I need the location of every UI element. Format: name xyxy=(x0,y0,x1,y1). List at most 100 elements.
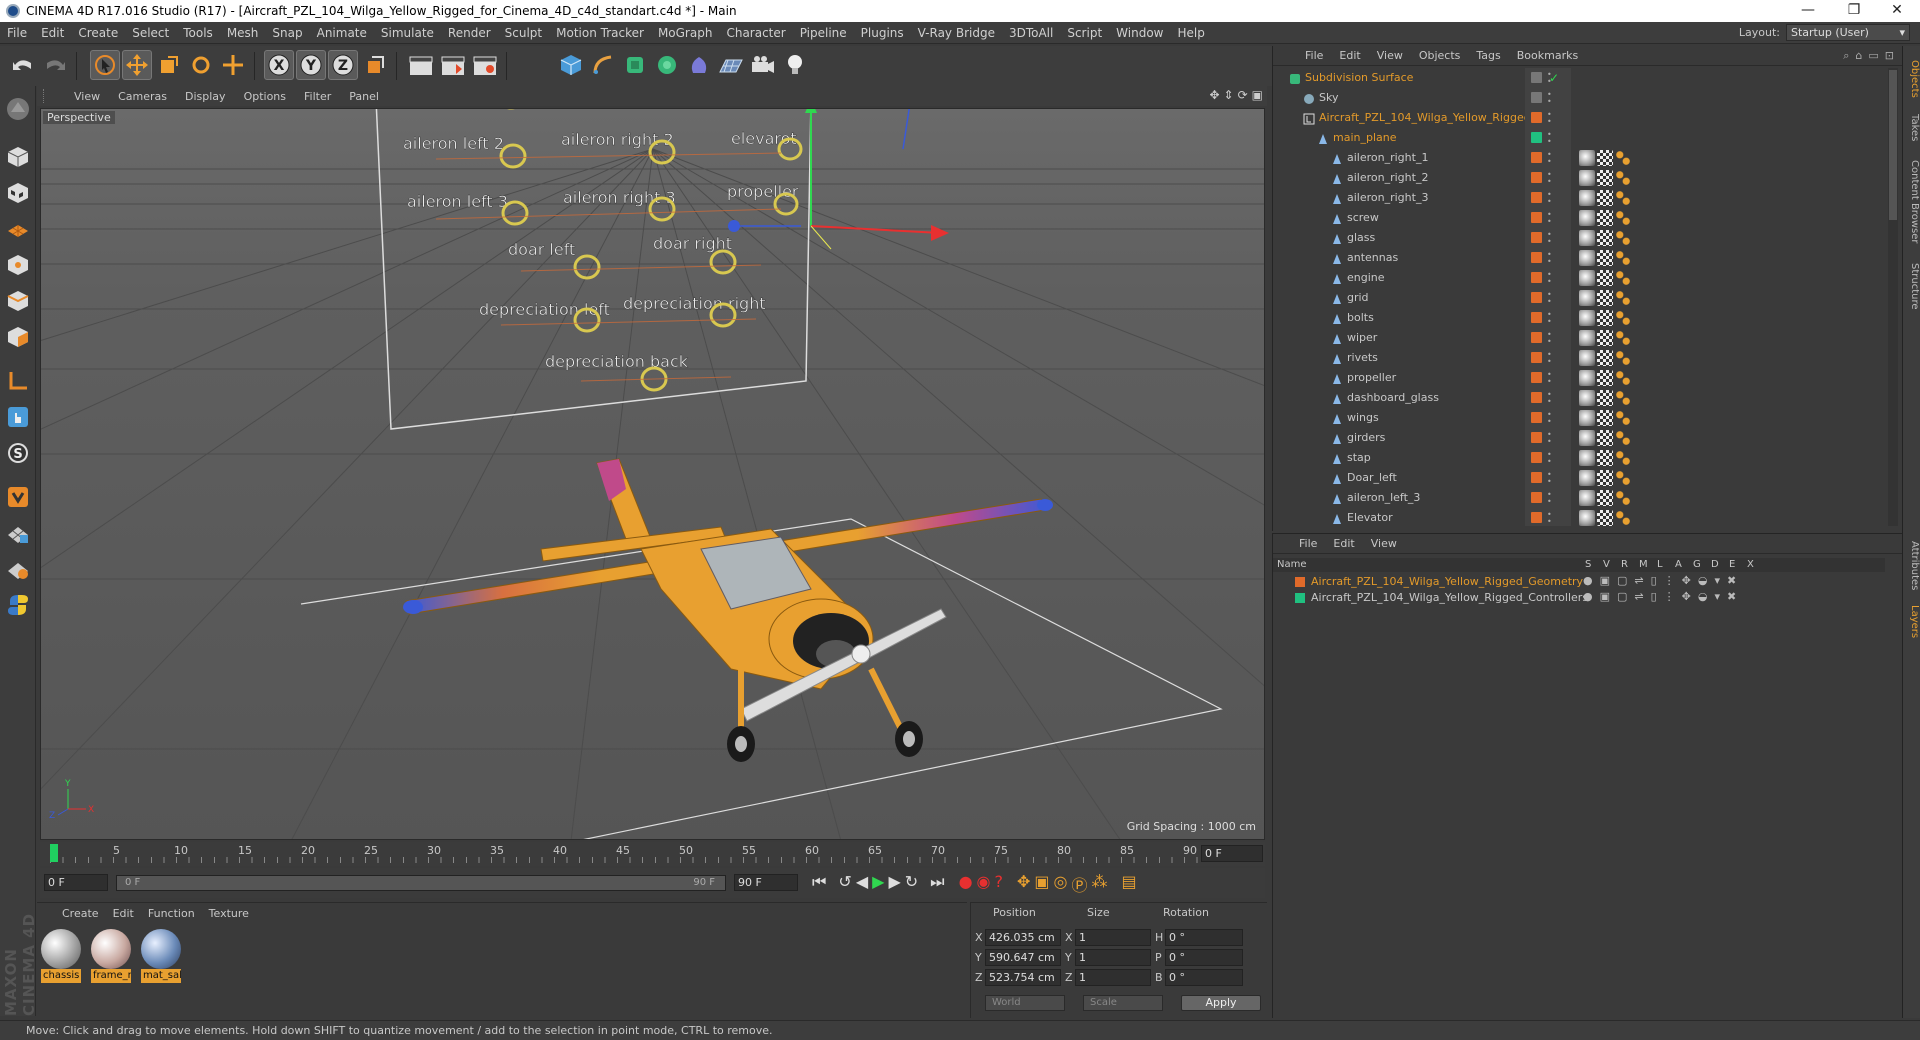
ik-tag-icon[interactable] xyxy=(1615,510,1631,526)
obj-menu-file[interactable]: File xyxy=(1297,49,1331,62)
key-position-button[interactable]: ✥ xyxy=(1017,872,1030,896)
material-tag-icon[interactable] xyxy=(1579,370,1595,386)
3d-viewport[interactable]: aileron left 2 aileron right 2 elevarot … xyxy=(40,108,1265,840)
obj-menu-tags[interactable]: Tags xyxy=(1468,49,1508,62)
grip-handle[interactable] xyxy=(43,89,59,103)
visibility-toggle[interactable]: • • xyxy=(1547,131,1552,146)
axis-mode-button[interactable] xyxy=(3,366,33,396)
object-row[interactable]: bolts • • xyxy=(1273,308,1883,328)
key-scale-button[interactable]: ▣ xyxy=(1034,872,1049,896)
viewport-pan-icon[interactable]: ✥ xyxy=(1209,88,1219,102)
object-name[interactable]: aileron_right_1 xyxy=(1347,148,1428,168)
object-name[interactable]: stap xyxy=(1347,448,1371,468)
layer-color-dot[interactable] xyxy=(1531,252,1542,263)
texture-tag-icon[interactable] xyxy=(1597,470,1613,486)
layer-flags[interactable]: ●▣▢⇌▯⋮✥◒▾✖ xyxy=(1583,574,1743,587)
material-tag-icon[interactable] xyxy=(1579,270,1595,286)
material-tag-icon[interactable] xyxy=(1579,190,1595,206)
enabled-check-icon[interactable]: ✓ xyxy=(1549,68,1559,88)
object-row[interactable]: aileron_right_2 • • xyxy=(1273,168,1883,188)
layer-menu-view[interactable]: View xyxy=(1363,537,1405,550)
rotation-p-field[interactable] xyxy=(1165,949,1243,966)
object-name[interactable]: Aircraft_PZL_104_Wilga_Yellow_Rigged xyxy=(1319,108,1531,128)
ik-tag-icon[interactable] xyxy=(1615,330,1631,346)
menu-plugins[interactable]: Plugins xyxy=(854,26,911,40)
object-row[interactable]: grid • • xyxy=(1273,288,1883,308)
layer-color-dot[interactable] xyxy=(1531,72,1542,83)
layer-color-swatch[interactable] xyxy=(1295,577,1305,587)
grid-lock-button[interactable] xyxy=(3,518,33,548)
object-name[interactable]: rivets xyxy=(1347,348,1378,368)
object-row[interactable]: Sky • • xyxy=(1273,88,1883,108)
layer-color-dot[interactable] xyxy=(1531,452,1542,463)
layer-color-dot[interactable] xyxy=(1531,112,1542,123)
layer-row-geometry[interactable]: Aircraft_PZL_104_Wilga_Yellow_Rigged_Geo… xyxy=(1273,574,1885,590)
object-row[interactable]: wiper • • xyxy=(1273,328,1883,348)
layer-color-dot[interactable] xyxy=(1531,412,1542,423)
keyframe-selection-button[interactable]: ? xyxy=(995,872,1004,896)
material-tag-icon[interactable] xyxy=(1579,230,1595,246)
end-frame-field[interactable] xyxy=(734,874,798,891)
key-param-button[interactable]: Ⓟ xyxy=(1072,872,1088,896)
viewport-menu-view[interactable]: View xyxy=(65,90,109,103)
texture-tag-icon[interactable] xyxy=(1597,390,1613,406)
minimize-button[interactable]: — xyxy=(1785,0,1831,22)
object-name[interactable]: antennas xyxy=(1347,248,1398,268)
visibility-toggle[interactable]: • • xyxy=(1547,111,1552,126)
material-tag-icon[interactable] xyxy=(1579,330,1595,346)
menu-sculpt[interactable]: Sculpt xyxy=(498,26,549,40)
viewport-menu-display[interactable]: Display xyxy=(176,90,235,103)
texture-tag-icon[interactable] xyxy=(1597,370,1613,386)
ik-tag-icon[interactable] xyxy=(1615,310,1631,326)
object-row[interactable]: glass • • xyxy=(1273,228,1883,248)
ik-tag-icon[interactable] xyxy=(1615,430,1631,446)
prev-frame-button[interactable]: ◀ xyxy=(856,872,868,896)
viewport-menu-options[interactable]: Options xyxy=(235,90,295,103)
layer-color-dot[interactable] xyxy=(1531,232,1542,243)
layer-color-dot[interactable] xyxy=(1531,92,1542,103)
ik-tag-icon[interactable] xyxy=(1615,230,1631,246)
material-tag-icon[interactable] xyxy=(1579,410,1595,426)
object-name[interactable]: bolts xyxy=(1347,308,1374,328)
timeline-window-button[interactable]: ▤ xyxy=(1122,872,1137,896)
material-tag-icon[interactable] xyxy=(1579,250,1595,266)
ik-tag-icon[interactable] xyxy=(1615,410,1631,426)
redo-button[interactable] xyxy=(40,50,70,80)
object-name[interactable]: Subdivision Surface xyxy=(1305,68,1413,88)
object-name[interactable]: girders xyxy=(1347,428,1385,448)
menu-3dtoall[interactable]: 3DToAll xyxy=(1002,26,1060,40)
key-rotation-button[interactable]: ◎ xyxy=(1054,872,1068,896)
object-row[interactable]: antennas • • xyxy=(1273,248,1883,268)
layer-name[interactable]: Aircraft_PZL_104_Wilga_Yellow_Rigged_Con… xyxy=(1311,591,1588,604)
menu-window[interactable]: Window xyxy=(1109,26,1170,40)
camera-button[interactable] xyxy=(748,50,778,80)
object-row[interactable]: propeller • • xyxy=(1273,368,1883,388)
close-button[interactable]: ✕ xyxy=(1874,0,1920,22)
object-name[interactable]: screw xyxy=(1347,208,1379,228)
texture-tag-icon[interactable] xyxy=(1597,350,1613,366)
viewport-maximize-icon[interactable]: ▣ xyxy=(1252,88,1263,102)
texture-tag-icon[interactable] xyxy=(1597,150,1613,166)
visibility-toggle[interactable]: • • xyxy=(1547,211,1552,226)
rotation-b-field[interactable] xyxy=(1165,969,1243,986)
render-picture-viewer-button[interactable] xyxy=(438,50,468,80)
tab-objects[interactable]: Objects xyxy=(1904,54,1920,104)
layer-color-dot[interactable] xyxy=(1531,132,1542,143)
timeline-ruler[interactable]: 0 5 10 15 20 25 30 35 40 45 50 55 60 65 … xyxy=(40,842,1265,866)
visibility-toggle[interactable]: • • xyxy=(1547,511,1552,526)
layer-color-dot[interactable] xyxy=(1531,372,1542,383)
viewport-menu-panel[interactable]: Panel xyxy=(340,90,388,103)
layer-color-dot[interactable] xyxy=(1531,392,1542,403)
object-name[interactable]: Elevator xyxy=(1347,508,1393,526)
model-mode-button[interactable] xyxy=(3,142,33,172)
layer-color-dot[interactable] xyxy=(1531,332,1542,343)
menu-edit[interactable]: Edit xyxy=(34,26,71,40)
ik-tag-icon[interactable] xyxy=(1615,370,1631,386)
layer-color-dot[interactable] xyxy=(1531,192,1542,203)
tweak-mode-button[interactable] xyxy=(3,402,33,432)
object-row[interactable]: Subdivision Surface • • ✓ xyxy=(1273,68,1883,88)
texture-tag-icon[interactable] xyxy=(1597,450,1613,466)
rotation-h-field[interactable] xyxy=(1165,929,1243,946)
texture-tag-icon[interactable] xyxy=(1597,490,1613,506)
workplane-mode-button[interactable] xyxy=(3,214,33,244)
